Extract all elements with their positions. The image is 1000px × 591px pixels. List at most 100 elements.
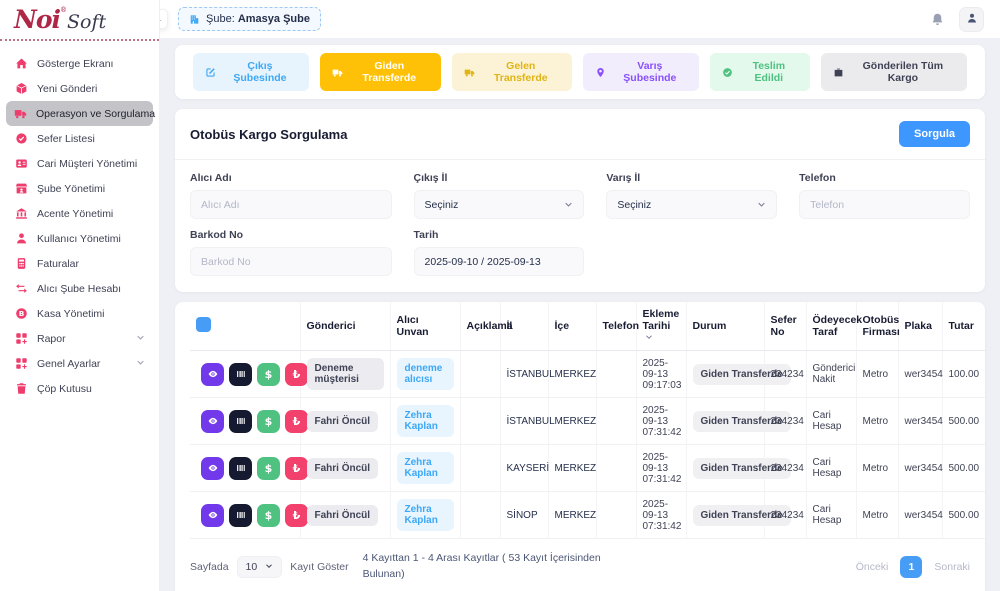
filter-button-truck-active[interactable]: Giden Transferde — [320, 53, 441, 91]
cell-odeyecek_taraf: Cari Hesap — [813, 504, 842, 526]
barkod_no-input[interactable] — [190, 247, 392, 276]
barcode-button[interactable] — [229, 363, 252, 386]
cell-tutar: 500.00 — [949, 510, 980, 521]
column-header-gonderici[interactable]: Gönderici — [300, 302, 390, 351]
table-row: $₺Fahri ÖncülZehra KaplanSİNOPMERKEZ2025… — [190, 492, 985, 539]
field-label: Alıcı Adı — [190, 172, 392, 184]
sender-badge: Fahri Öncül — [307, 411, 379, 432]
barcode-button[interactable] — [229, 457, 252, 480]
telefon-input[interactable] — [799, 190, 970, 219]
filter-button-pin[interactable]: Varış Şubesinde — [583, 53, 699, 91]
current-page-button[interactable]: 1 — [900, 556, 922, 578]
field-cikis_il: Çıkış İlSeçiniz — [414, 172, 585, 219]
barcode-button[interactable] — [229, 410, 252, 433]
filter-button-label: Teslim Edildi — [740, 60, 798, 84]
sidebar-item-package[interactable]: Yeni Gönderi — [6, 76, 153, 101]
sidebar-item-bank[interactable]: Acente Yönetimi — [6, 201, 153, 226]
table-row: $₺Deneme müşterisideneme alıcısıİSTANBUL… — [190, 351, 985, 398]
sidebar-item-badge-check[interactable]: Sefer Listesi — [6, 126, 153, 151]
column-header-tutar[interactable]: Tutar — [942, 302, 985, 351]
branch-selector-button[interactable]: Şube: Amasya Şube — [178, 7, 321, 31]
table-scroll-area[interactable]: GöndericiAlıcı UnvanAçıklamaİlİçeTelefon… — [175, 302, 985, 539]
sidebar-item-home[interactable]: Gösterge Ekranı — [6, 51, 153, 76]
column-header-otobus_firmasi[interactable]: Otobüs Firması — [856, 302, 898, 351]
view-button[interactable] — [201, 457, 224, 480]
cell-ekleme_tarihi: 2025-09-13 07:31:42 — [643, 405, 682, 438]
column-header-aciklama[interactable]: Açıklama — [460, 302, 500, 351]
home-icon — [14, 57, 28, 70]
cikis_il-select[interactable]: Seçiniz — [414, 190, 585, 219]
sidebar-item-label: Yeni Gönderi — [37, 83, 97, 95]
sidebar-item-truck[interactable]: Operasyon ve Sorgulama — [6, 101, 153, 126]
filter-button-label: Gönderilen Tüm Kargo — [851, 60, 955, 84]
field-telefon: Telefon — [799, 172, 970, 219]
results-table-card: GöndericiAlıcı UnvanAçıklamaİlİçeTelefon… — [175, 302, 985, 591]
cell-il: KAYSERİ — [507, 463, 550, 474]
filter-button-edit[interactable]: Çıkış Şubesinde — [193, 53, 309, 91]
view-button[interactable] — [201, 363, 224, 386]
sidebar-item-grid[interactable]: Genel Ayarlar — [6, 351, 153, 376]
sidebar-item-coin[interactable]: BKasa Yönetimi — [6, 301, 153, 326]
column-header-durum[interactable]: Durum — [686, 302, 764, 351]
column-header-il[interactable]: İl — [500, 302, 548, 351]
sidebar-item-swap[interactable]: Alıcı Şube Hesabı — [6, 276, 153, 301]
cell-sefer_no: 234234 — [771, 416, 804, 427]
sidebar-item-id-card[interactable]: Cari Müşteri Yönetimi — [6, 151, 153, 176]
select-all-checkbox[interactable] — [196, 317, 211, 332]
view-button[interactable] — [201, 410, 224, 433]
field-label: Barkod No — [190, 229, 392, 241]
varis_il-select[interactable]: Seçiniz — [606, 190, 777, 219]
next-page-button[interactable]: Sonraki — [934, 561, 970, 573]
chevron-down-icon — [136, 358, 145, 370]
lira-button[interactable]: ₺ — [285, 457, 308, 480]
eye-icon — [207, 415, 219, 427]
lira-button[interactable]: ₺ — [285, 363, 308, 386]
user-menu-button[interactable] — [959, 7, 984, 32]
cell-otobus_firmasi: Metro — [863, 416, 889, 427]
filter-button-truck[interactable]: Gelen Transferde — [452, 53, 572, 91]
sidebar-item-label: Genel Ayarlar — [37, 358, 100, 370]
column-header-odeyecek_taraf[interactable]: Ödeyecek Taraf — [806, 302, 856, 351]
sidebar-item-user[interactable]: Kullanıcı Yönetimi — [6, 226, 153, 251]
filter-button-label: Varış Şubesinde — [613, 60, 687, 84]
cell-tutar: 500.00 — [949, 416, 980, 427]
lira-button[interactable]: ₺ — [285, 410, 308, 433]
view-button[interactable] — [201, 504, 224, 527]
query-submit-button[interactable]: Sorgula — [899, 121, 970, 147]
eye-icon — [207, 462, 219, 474]
sidebar-item-label: Kullanıcı Yönetimi — [37, 233, 121, 245]
notifications-button[interactable] — [930, 12, 945, 27]
filter-button-briefcase[interactable]: Gönderilen Tüm Kargo — [821, 53, 967, 91]
alici_adi-input[interactable] — [190, 190, 392, 219]
money-button[interactable]: $ — [257, 457, 280, 480]
previous-page-button[interactable]: Önceki — [856, 561, 889, 573]
recipient-badge: Zehra Kaplan — [397, 452, 454, 484]
tarih-input[interactable] — [414, 247, 585, 276]
bank-icon — [14, 207, 28, 220]
sidebar-item-store[interactable]: Şube Yönetimi — [6, 176, 153, 201]
lira-icon: ₺ — [293, 510, 301, 521]
money-button[interactable]: $ — [257, 504, 280, 527]
sender-badge: Fahri Öncül — [307, 505, 379, 526]
money-button[interactable]: $ — [257, 363, 280, 386]
column-header-telefon[interactable]: Telefon — [596, 302, 636, 351]
money-button[interactable]: $ — [257, 410, 280, 433]
sidebar-item-trash[interactable]: Çöp Kutusu — [6, 376, 153, 401]
sidebar-item-label: Sefer Listesi — [37, 133, 95, 145]
select-value: Seçiniz — [617, 199, 651, 211]
sidebar-item-calculator[interactable]: Faturalar — [6, 251, 153, 276]
column-header-ilce[interactable]: İçe — [548, 302, 596, 351]
filter-button-check[interactable]: Teslim Edildi — [710, 53, 810, 91]
bell-icon — [930, 12, 945, 27]
column-header-plaka[interactable]: Plaka — [898, 302, 942, 351]
sidebar-item-grid[interactable]: Rapor — [6, 326, 153, 351]
logo-text-soft: Soft — [67, 11, 106, 33]
per-page-prefix: Sayfada — [190, 561, 229, 573]
column-header-alici_unvan[interactable]: Alıcı Unvan — [390, 302, 460, 351]
column-header-sefer_no[interactable]: Sefer No — [764, 302, 806, 351]
logo-text-noi: Noi — [14, 5, 60, 34]
column-header-ekleme_tarihi[interactable]: Ekleme Tarihi — [636, 302, 686, 351]
lira-button[interactable]: ₺ — [285, 504, 308, 527]
barcode-button[interactable] — [229, 504, 252, 527]
per-page-select[interactable]: 10 — [237, 556, 283, 578]
